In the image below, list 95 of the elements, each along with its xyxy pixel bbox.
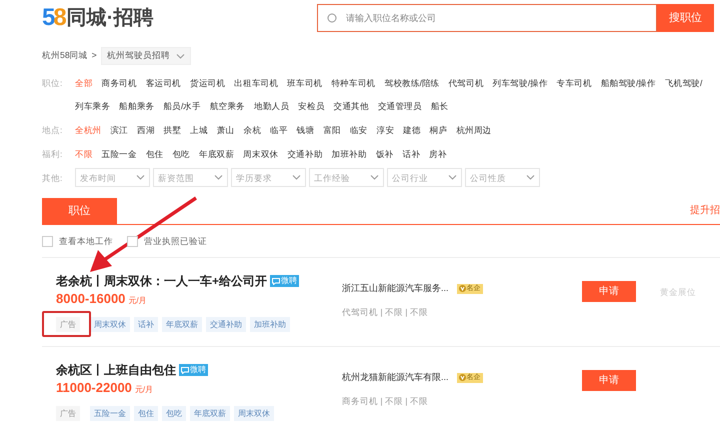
- filter-option[interactable]: 客运司机: [146, 77, 182, 89]
- company-name[interactable]: 浙江五山新能源汽车服务...: [342, 282, 449, 296]
- filter-option[interactable]: 列车乘务: [75, 100, 110, 112]
- filter-option[interactable]: 富阳: [323, 124, 341, 136]
- filter-option[interactable]: 安检员: [298, 100, 325, 112]
- filter-option[interactable]: 余杭: [243, 124, 262, 136]
- filter-option[interactable]: 周末双休: [243, 148, 278, 160]
- highlight-box: [42, 311, 91, 337]
- benefit-tag: 五险一金: [90, 406, 130, 421]
- wechat-badge: 微聘: [179, 364, 208, 376]
- chat-bubble-icon: [272, 278, 280, 284]
- checkbox-label: 查看本地工作: [59, 234, 113, 248]
- filter-option[interactable]: 钱塘: [296, 124, 314, 136]
- filter-option[interactable]: 飞机驾驶/: [664, 77, 702, 89]
- filter-option[interactable]: 临平: [270, 124, 288, 136]
- job-title[interactable]: 老余杭丨周末双休：一人一车+给公司开: [56, 272, 268, 290]
- job-meta: 商务司机 | 不限 | 不限: [342, 394, 429, 408]
- filter-option[interactable]: 航空乘务: [210, 100, 245, 112]
- filter-label: 福利:: [42, 148, 64, 160]
- filter-option[interactable]: 船舶驾驶/操作: [600, 77, 656, 89]
- site-logo[interactable]: 58同城·招聘: [42, 3, 154, 33]
- filter-option[interactable]: 包住: [146, 148, 164, 160]
- filter-option[interactable]: 专车司机: [556, 77, 592, 89]
- filter-option[interactable]: 交通补助: [287, 148, 323, 160]
- filter-option[interactable]: 五险一金: [102, 148, 137, 160]
- filter-option[interactable]: 货运司机: [190, 77, 226, 89]
- filter-option[interactable]: 上城: [190, 124, 208, 136]
- v-icon: [458, 285, 466, 292]
- search-field[interactable]: 请输入职位名称或公司: [317, 4, 657, 32]
- breadcrumb-dropdown[interactable]: 杭州驾驶员招聘: [100, 47, 191, 65]
- filter-option[interactable]: 临安: [350, 124, 368, 136]
- ad-tag: 广告: [56, 317, 80, 332]
- filter-option[interactable]: 交通其他: [334, 100, 369, 112]
- filter-option[interactable]: 萧山: [216, 124, 234, 136]
- chevron-down-icon: [370, 175, 379, 180]
- salary: 8000-16000: [56, 290, 126, 308]
- filter-option[interactable]: 地勤人员: [254, 100, 290, 112]
- filter-option[interactable]: 建德: [403, 124, 421, 136]
- filter-label: 职位:: [42, 77, 64, 89]
- ad-tag: 广告: [56, 406, 80, 421]
- breadcrumb-separator: >: [92, 49, 97, 62]
- filter-option[interactable]: 话补: [402, 148, 420, 160]
- filter-option[interactable]: 特种车司机: [331, 77, 376, 89]
- benefit-tag: 包吃: [162, 406, 186, 421]
- salary-unit: 元/月: [128, 295, 147, 307]
- filter-option[interactable]: 房补: [429, 148, 447, 160]
- chevron-down-icon: [214, 175, 223, 180]
- filter-option[interactable]: 船长: [430, 100, 448, 112]
- filter-label: 地点:: [42, 124, 64, 136]
- benefit-tag: 交通补助: [206, 317, 246, 332]
- filter-option[interactable]: 代驾司机: [448, 77, 484, 89]
- breadcrumb-link[interactable]: 杭州58同城: [42, 49, 88, 63]
- salary-unit: 元/月: [134, 384, 154, 396]
- filter-option[interactable]: 包吃: [172, 148, 190, 160]
- job-meta: 代驾司机 | 不限 | 不限: [342, 306, 429, 318]
- filter-option[interactable]: 饭补: [376, 148, 394, 160]
- benefit-tag: 周末双休: [90, 317, 130, 332]
- filter-option[interactable]: 出租车司机: [234, 77, 278, 89]
- company-name[interactable]: 杭州龙猫新能源汽车有限...: [342, 371, 449, 384]
- benefit-tag: 包住: [134, 406, 158, 421]
- v-icon: [458, 374, 466, 382]
- benefit-tag: 话补: [134, 317, 158, 332]
- filter-option[interactable]: 淳安: [376, 124, 394, 136]
- chevron-down-icon: [526, 175, 535, 180]
- checkbox[interactable]: [42, 236, 53, 246]
- filter-option[interactable]: 交通管理员: [378, 100, 422, 112]
- filter-option[interactable]: 商务司机: [102, 77, 137, 89]
- wechat-badge: 微聘: [270, 275, 300, 287]
- chat-bubble-icon: [181, 366, 189, 374]
- benefit-tag: 加班补助: [250, 317, 290, 332]
- checkbox[interactable]: [127, 236, 138, 246]
- benefit-tag: 年底双薪: [190, 406, 230, 421]
- filter-option[interactable]: 西湖: [137, 124, 155, 136]
- benefit-tag: 年底双薪: [162, 317, 202, 332]
- checkbox-label: 营业执照已验证: [144, 234, 207, 248]
- salary: 11000-22000: [56, 379, 132, 397]
- filter-label: 其他:: [42, 172, 64, 184]
- filter-option[interactable]: 驾校教练/陪练: [384, 77, 440, 89]
- filter-option[interactable]: 桐庐: [430, 124, 448, 136]
- filter-option[interactable]: 拱墅: [164, 124, 182, 136]
- filter-option[interactable]: 滨江: [110, 124, 128, 136]
- chevron-down-icon: [176, 54, 185, 58]
- filter-option[interactable]: 加班补助: [332, 148, 367, 160]
- filter-option[interactable]: 船员/水手: [163, 100, 201, 112]
- filter-option[interactable]: 船舶乘务: [119, 100, 154, 112]
- filter-option[interactable]: 年底双薪: [199, 148, 234, 160]
- benefit-tag: 周末双休: [234, 406, 274, 421]
- filter-option[interactable]: 班车司机: [287, 77, 322, 89]
- chevron-down-icon: [292, 175, 301, 180]
- search-icon: [327, 13, 337, 23]
- filter-option[interactable]: 杭州周边: [456, 124, 492, 136]
- job-title[interactable]: 余杭区丨上班自由包住: [56, 361, 176, 379]
- chevron-down-icon: [136, 175, 145, 180]
- filter-option[interactable]: 列车驾驶/操作: [492, 77, 548, 89]
- chevron-down-icon: [448, 175, 457, 180]
